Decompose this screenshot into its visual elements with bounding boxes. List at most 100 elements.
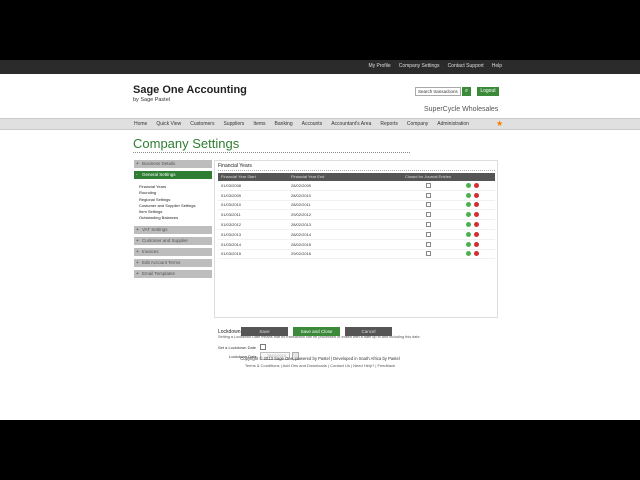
add-icon[interactable] — [466, 251, 471, 257]
table-header: Financial Year Start Financial Year End … — [218, 173, 495, 181]
company-name: SuperCycle Wholesales — [424, 106, 499, 113]
contact-support-link[interactable]: Contact Support — [448, 63, 484, 69]
page-title: Company Settings — [133, 136, 240, 151]
financial-years-title: Financial Years — [218, 163, 252, 169]
table-row: 01/03/2012 28/02/2013 — [218, 220, 495, 230]
footer-links[interactable]: Terms & Conditions | Add Ons and Downloa… — [0, 363, 640, 368]
save-and-close-button[interactable]: Save and Close — [293, 327, 340, 336]
set-lockdown-checkbox[interactable] — [260, 344, 266, 350]
financial-years-panel: Financial Years Financial Year Start Fin… — [214, 160, 498, 360]
nav-customers[interactable]: Customers — [190, 121, 214, 127]
main-nav: Home Quick View Customers Suppliers Item… — [0, 118, 640, 130]
logo-title: Sage One Accounting — [133, 84, 247, 96]
closed-checkbox[interactable] — [425, 182, 431, 188]
cell-end: 28/02/2010 — [291, 192, 312, 198]
closed-checkbox[interactable] — [425, 231, 431, 237]
delete-icon[interactable] — [474, 251, 479, 257]
table-row: 01/03/2015 29/02/2016 — [218, 250, 495, 260]
col-year-start: Financial Year Start — [221, 174, 256, 179]
add-icon[interactable] — [466, 241, 471, 247]
sidebar-section-edit-account-terms[interactable]: Edit Account Terms — [134, 258, 212, 267]
sidebar-section-business-details[interactable]: Business Details — [134, 160, 212, 168]
title-divider — [133, 152, 410, 153]
letterbox-bottom — [0, 420, 640, 480]
add-icon[interactable] — [466, 231, 471, 237]
table-row: 01/03/2013 28/02/2014 — [218, 230, 495, 240]
financial-years-table: Financial Year Start Financial Year End … — [218, 173, 495, 260]
help-link[interactable]: Help — [492, 63, 502, 69]
nav-banking[interactable]: Banking — [275, 121, 293, 127]
add-icon[interactable] — [466, 212, 471, 218]
col-year-end: Financial Year End — [291, 174, 325, 179]
cell-start: 01/03/2012 — [221, 222, 242, 228]
nav-accounts[interactable]: Accounts — [302, 121, 323, 127]
delete-icon[interactable] — [474, 202, 479, 208]
nav-administration[interactable]: Administration — [437, 121, 469, 127]
nav-accountants-area[interactable]: Accountant's Area — [331, 121, 371, 127]
sidebar-section-vat-settings[interactable]: VAT Settings — [134, 225, 212, 234]
nav-home[interactable]: Home — [134, 121, 147, 127]
cell-end: 28/02/2015 — [291, 241, 312, 247]
logo-subtitle: by Sage Pastel — [133, 97, 170, 103]
delete-icon[interactable] — [474, 212, 479, 218]
search-icon[interactable]: ⌕ — [462, 87, 471, 96]
sidebar-section-customer-supplier[interactable]: Customer and Supplier — [134, 236, 212, 245]
delete-icon[interactable] — [474, 231, 479, 237]
nav-company[interactable]: Company — [407, 121, 428, 127]
letterbox-top — [0, 0, 640, 60]
add-icon[interactable] — [466, 192, 471, 198]
search-input[interactable]: Search transactions — [415, 87, 461, 96]
delete-icon[interactable] — [474, 241, 479, 247]
delete-icon[interactable] — [474, 222, 479, 228]
add-icon[interactable] — [466, 202, 471, 208]
footer-copyright: Copyright © 2013 Sage One, powered by Pa… — [240, 356, 400, 361]
cell-end: 28/02/2014 — [291, 231, 312, 237]
sidebar-section-email-templates[interactable]: Email Templates — [134, 269, 212, 278]
sidebar-item-outstanding-balances[interactable]: Outstanding Balances — [139, 215, 212, 221]
closed-checkbox[interactable] — [425, 251, 431, 257]
cell-start: 01/03/2009 — [221, 192, 242, 198]
nav-quick-view[interactable]: Quick View — [156, 121, 181, 127]
add-icon[interactable] — [466, 222, 471, 228]
star-icon[interactable]: ★ — [496, 119, 503, 128]
nav-reports[interactable]: Reports — [380, 121, 398, 127]
top-bar: My Profile Company Settings Contact Supp… — [0, 60, 640, 74]
table-row: 01/03/2008 28/02/2009 — [218, 181, 495, 191]
cell-end: 28/02/2013 — [291, 222, 312, 228]
browser-page: My Profile Company Settings Contact Supp… — [0, 60, 640, 420]
table-row: 01/03/2010 28/02/2011 — [218, 201, 495, 211]
cell-end: 29/02/2016 — [291, 251, 312, 257]
closed-checkbox[interactable] — [425, 192, 431, 198]
cell-start: 01/03/2008 — [221, 182, 242, 188]
col-closed: Closed for Journal Entries — [404, 174, 452, 179]
sidebar-section-invoices[interactable]: Invoices — [134, 247, 212, 256]
closed-checkbox[interactable] — [425, 222, 431, 228]
delete-icon[interactable] — [474, 192, 479, 198]
table-row: 01/03/2014 28/02/2015 — [218, 240, 495, 250]
cancel-button[interactable]: Cancel — [345, 327, 392, 336]
company-settings-link[interactable]: Company Settings — [399, 63, 440, 69]
col-actions — [460, 173, 490, 181]
closed-checkbox[interactable] — [425, 202, 431, 208]
logout-button[interactable]: Logout — [477, 87, 499, 96]
sidebar-general-submenu: Financial Years Rounding Regional Settin… — [134, 182, 212, 226]
sidebar-section-general-settings[interactable]: General Settings — [134, 171, 212, 179]
table-row: 01/03/2011 29/02/2012 — [218, 210, 495, 221]
my-profile-link[interactable]: My Profile — [368, 63, 390, 69]
save-button[interactable]: Save — [241, 327, 288, 336]
closed-checkbox[interactable] — [425, 241, 431, 247]
settings-sidebar: Business Details General Settings Financ… — [134, 160, 212, 281]
closed-checkbox[interactable] — [425, 212, 431, 218]
cell-end: 28/02/2009 — [291, 182, 312, 188]
cell-start: 01/03/2010 — [221, 202, 242, 208]
nav-suppliers[interactable]: Suppliers — [223, 121, 244, 127]
app-logo[interactable]: Sage One Accounting by Sage Pastel — [133, 84, 247, 103]
add-icon[interactable] — [466, 182, 471, 188]
cell-start: 01/03/2015 — [221, 251, 242, 257]
cell-start: 01/03/2011 — [221, 212, 241, 218]
table-row: 01/03/2009 28/02/2010 — [218, 191, 495, 201]
nav-items[interactable]: Items — [253, 121, 265, 127]
set-lockdown-label: Set a Lockdown Date — [218, 345, 257, 350]
section-divider — [218, 170, 495, 171]
delete-icon[interactable] — [474, 182, 479, 188]
